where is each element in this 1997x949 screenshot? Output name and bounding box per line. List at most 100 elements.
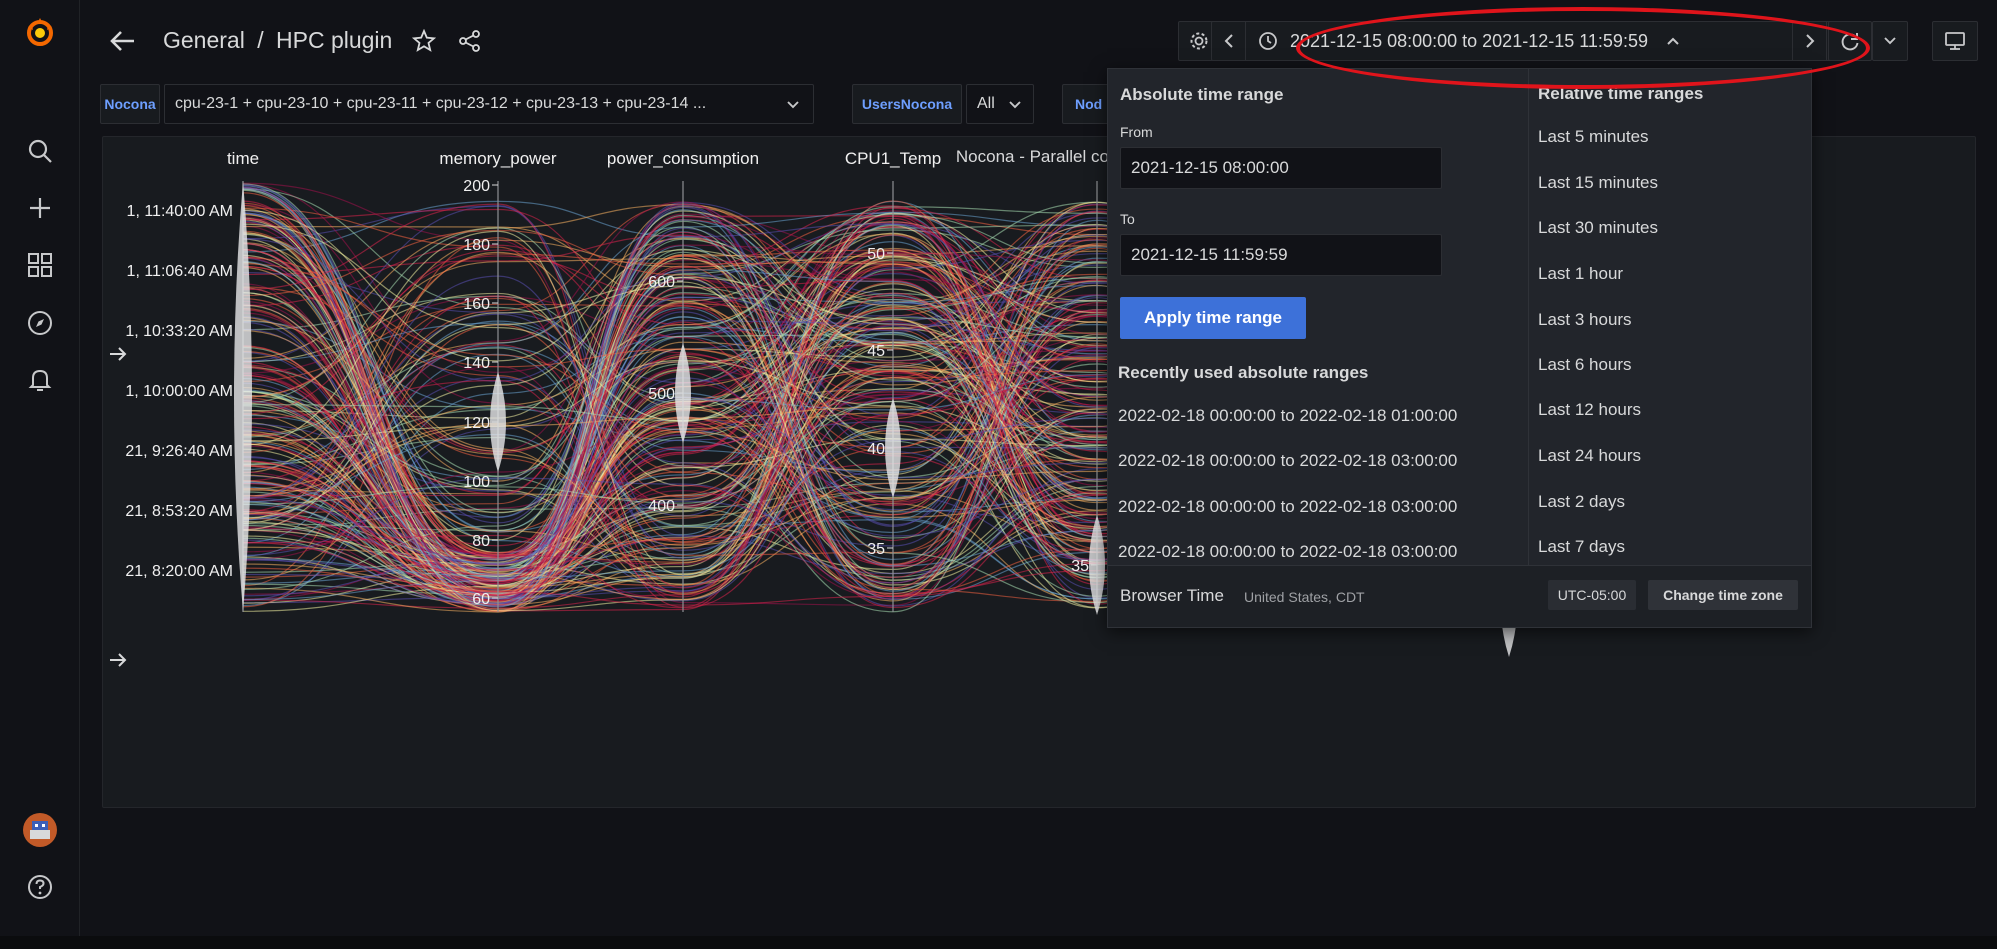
refresh-interval-dropdown[interactable]	[1872, 21, 1908, 61]
back-arrow-icon[interactable]	[108, 26, 138, 56]
avatar[interactable]	[20, 810, 60, 850]
grafana-logo-icon[interactable]	[20, 12, 60, 52]
axis-title: time	[227, 149, 259, 168]
help-icon[interactable]	[20, 867, 60, 907]
axis-tick-label: 60	[472, 591, 490, 608]
chevron-down-icon	[787, 101, 799, 109]
axis-tick-label: 100	[463, 474, 490, 491]
create-plus-icon[interactable]	[20, 188, 60, 228]
axis-tick-label: 21, 8:20:00 AM	[125, 563, 233, 580]
time-range-back-button[interactable]	[1212, 22, 1246, 60]
axis-tick-label: 140	[463, 355, 490, 372]
chevron-down-icon	[1884, 37, 1896, 45]
axis-tick-label: 600	[648, 274, 675, 291]
axis-tick-label: 180	[463, 237, 490, 254]
tv-mode-button[interactable]	[1932, 21, 1978, 61]
absolute-range-heading: Absolute time range	[1120, 85, 1284, 104]
dashboard-navbar: General / HPC plugin 2021-12-15 08:00:00…	[80, 0, 1997, 78]
from-label: From	[1120, 124, 1153, 140]
axis-title: power_consumption	[607, 149, 759, 168]
variable-select-usersnocona[interactable]: All	[966, 84, 1034, 124]
axis-tick-label: 45	[867, 343, 885, 360]
time-range-open-button[interactable]: 2021-12-15 08:00:00 to 2021-12-15 11:59:…	[1246, 22, 1792, 60]
relative-range-item[interactable]: Last 3 hours	[1538, 310, 1632, 330]
star-icon[interactable]	[411, 28, 437, 53]
chevron-up-icon	[1667, 37, 1679, 45]
relative-range-item[interactable]: Last 24 hours	[1538, 446, 1641, 466]
axis-tick-label: 35	[867, 541, 885, 558]
recent-range-item[interactable]: 2022-02-18 00:00:00 to 2022-02-18 03:00:…	[1118, 451, 1457, 471]
refresh-button[interactable]	[1828, 21, 1872, 61]
relative-range-item[interactable]: Last 30 minutes	[1538, 218, 1658, 238]
arrow-right-icon	[107, 649, 129, 671]
recent-range-item[interactable]: 2022-02-18 00:00:00 to 2022-02-18 03:00:…	[1118, 497, 1457, 517]
axis-tick-label: 35	[1071, 558, 1089, 575]
relative-range-item[interactable]: Last 7 days	[1538, 537, 1625, 557]
variable-value-usersnocona: All	[977, 95, 995, 112]
axis-tick-label: 21, 9:26:40 AM	[125, 443, 233, 460]
recent-ranges-heading: Recently used absolute ranges	[1118, 363, 1369, 382]
axis-tick-label: 80	[472, 533, 490, 550]
relative-range-item[interactable]: Last 1 hour	[1538, 264, 1623, 284]
gear-icon	[1190, 32, 1208, 50]
breadcrumb: General / HPC plugin	[163, 27, 392, 54]
chevron-right-icon	[1805, 34, 1814, 48]
axis-tick-label: 1, 11:06:40 AM	[127, 263, 233, 280]
relative-range-item[interactable]: Last 15 minutes	[1538, 173, 1658, 193]
dashboard-title[interactable]: HPC plugin	[276, 27, 392, 53]
browser-time-zone: United States, CDT	[1244, 589, 1365, 605]
time-range-forward-button[interactable]	[1792, 22, 1826, 60]
axis-tick-label: 160	[463, 296, 490, 313]
axis-tick-label: 50	[867, 246, 885, 263]
side-menu	[0, 0, 80, 949]
axis-tick-label: 1, 11:40:00 AM	[127, 203, 233, 220]
breadcrumb-separator: /	[257, 27, 264, 53]
axis-tick-label: 500	[648, 386, 675, 403]
relative-range-item[interactable]: Last 2 days	[1538, 492, 1625, 512]
recent-range-item[interactable]: 2022-02-18 00:00:00 to 2022-02-18 03:00:…	[1118, 542, 1457, 562]
variable-value-nocona: cpu-23-1 + cpu-23-10 + cpu-23-11 + cpu-2…	[175, 95, 707, 112]
bottom-strip	[0, 936, 1997, 949]
variable-label-nocona: Nocona	[100, 84, 160, 124]
axis-tick-label: 120	[463, 415, 490, 432]
timezone-footer: Browser Time United States, CDT UTC-05:0…	[1108, 565, 1811, 627]
relative-ranges-heading: Relative time ranges	[1538, 84, 1704, 103]
arrow-right-icon	[107, 343, 129, 365]
alerting-bell-icon[interactable]	[20, 360, 60, 400]
chevron-down-icon	[1009, 101, 1021, 109]
explore-compass-icon[interactable]	[20, 303, 60, 343]
refresh-icon	[1841, 33, 1859, 51]
axis-tick-label: 1, 10:33:20 AM	[125, 323, 233, 340]
recent-range-item[interactable]: 2022-02-18 00:00:00 to 2022-02-18 01:00:…	[1118, 406, 1457, 426]
time-range-label: 2021-12-15 08:00:00 to 2021-12-15 11:59:…	[1290, 30, 1648, 51]
relative-range-item[interactable]: Last 12 hours	[1538, 400, 1641, 420]
monitor-icon	[1945, 32, 1965, 50]
to-input[interactable]: 2021-12-15 11:59:59	[1120, 234, 1442, 276]
axis-title: CPU1_Temp	[845, 149, 941, 168]
axis-tick-label: 21, 8:53:20 AM	[125, 503, 233, 520]
axis-tick-label: 200	[463, 178, 490, 195]
axis-tick-label: 1, 10:00:00 AM	[125, 383, 233, 400]
relative-range-item[interactable]: Last 5 minutes	[1538, 127, 1649, 147]
change-time-zone-button[interactable]: Change time zone	[1648, 580, 1798, 610]
to-label: To	[1120, 211, 1135, 227]
share-icon[interactable]	[458, 29, 482, 53]
dashboard-main: General / HPC plugin 2021-12-15 08:00:00…	[80, 0, 1997, 949]
breadcrumb-folder[interactable]: General	[163, 27, 245, 53]
dropdown-divider	[1528, 69, 1529, 565]
search-icon[interactable]	[20, 131, 60, 171]
apply-time-range-button[interactable]: Apply time range	[1120, 297, 1306, 339]
time-picker: 2021-12-15 08:00:00 to 2021-12-15 11:59:…	[1211, 21, 1857, 61]
variable-select-nocona[interactable]: cpu-23-1 + cpu-23-10 + cpu-23-11 + cpu-2…	[164, 84, 814, 124]
from-input[interactable]: 2021-12-15 08:00:00	[1120, 147, 1442, 189]
axis-title: memory_power	[439, 149, 556, 168]
axis-tick-label: 400	[648, 498, 675, 515]
relative-range-item[interactable]: Last 6 hours	[1538, 355, 1632, 375]
variable-label-usersnocona: UsersNocona	[852, 84, 962, 124]
dashboards-icon[interactable]	[20, 245, 60, 285]
utc-offset-badge: UTC-05:00	[1548, 580, 1636, 610]
time-picker-dropdown: Absolute time range From 2021-12-15 08:0…	[1107, 68, 1812, 628]
axis-tick-label: 40	[867, 441, 885, 458]
chevron-left-icon	[1224, 34, 1233, 48]
axis-time: time 1, 11:40:00 AM 1, 11:06:40 AM 1, 10:33…	[125, 149, 259, 612]
